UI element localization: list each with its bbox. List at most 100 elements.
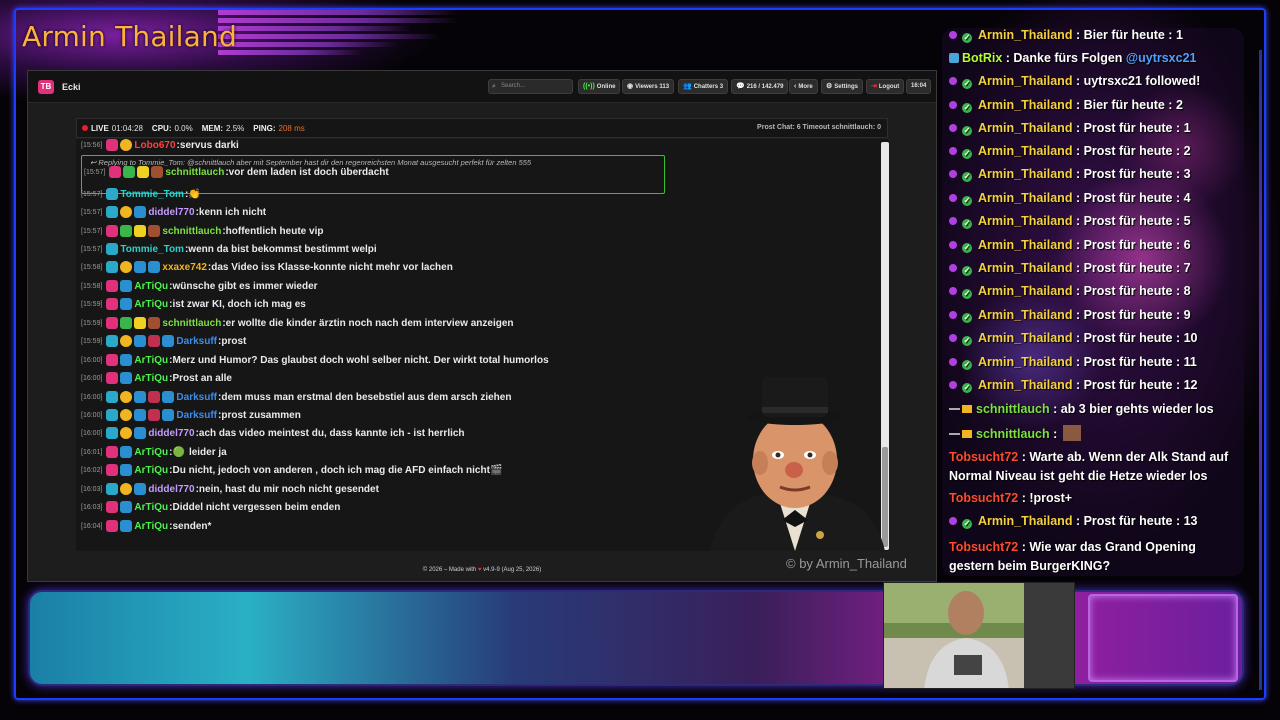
overlay-message-text: : Prost für heute : 10 — [1072, 331, 1198, 345]
message-username[interactable]: ArTiQu — [134, 447, 168, 458]
more-button[interactable]: ‹ More — [789, 79, 818, 94]
message-username[interactable]: ArTiQu — [134, 355, 168, 366]
cpu-label: CPU: — [151, 123, 172, 133]
message-username[interactable]: xxaxe742 — [162, 262, 207, 273]
viewers-button[interactable]: ◉ Viewers 113 — [622, 79, 675, 94]
color-dot-icon — [949, 358, 957, 366]
overlay-chat-line: ✓ Armin_Thailand : Prost für heute : 10 — [949, 331, 1198, 346]
message-username[interactable]: Lobo670 — [134, 140, 175, 151]
chat-message: [15:57] Tommie_Tom: 👏 — [81, 186, 205, 202]
mention-text: @uytrsxc21 — [1125, 51, 1197, 65]
user-badge-icon — [134, 225, 147, 237]
online-label: Online — [596, 84, 616, 90]
verified-check-icon: ✓ — [962, 360, 972, 370]
overlay-message-text: : Bier für heute : 1 — [1072, 28, 1183, 42]
message-text: ach das video meintest du, dass kannte i… — [198, 427, 465, 439]
chatters-button[interactable]: 👥 Chatters 3 — [678, 79, 729, 94]
streamer-title: Armin Thailand — [22, 20, 237, 53]
logout-button[interactable]: ⇥ Logout — [866, 79, 905, 94]
chat-message: [15:57] schnittlauch: vor dem laden ist d… — [84, 164, 389, 180]
user-badge-icon — [106, 501, 119, 513]
user-badge-icon — [120, 354, 133, 366]
message-username[interactable]: ArTiQu — [134, 521, 168, 532]
viewers-label: Viewers — [635, 84, 658, 90]
message-username[interactable]: Darksuff — [176, 410, 217, 421]
chat-message: [15:57] diddel770: kenn ich nicht — [81, 204, 266, 220]
message-username[interactable]: ArTiQu — [134, 502, 168, 513]
message-username[interactable]: diddel770 — [148, 207, 194, 218]
overlay-chat-line: ✓ Armin_Thailand : Prost für heute : 4 — [949, 191, 1191, 206]
message-username[interactable]: schnittlauch — [162, 318, 221, 329]
color-dot-icon — [949, 241, 957, 249]
ping-value: 208 ms — [278, 123, 305, 133]
emote-icon: 🟢 — [172, 446, 185, 458]
message-time: [15:57] — [84, 168, 106, 176]
messages-counter[interactable]: 💬 216 / 142.479 — [731, 79, 789, 94]
color-dot-icon — [949, 287, 957, 295]
message-time: [16:00] — [81, 393, 103, 401]
user-badge-icon — [120, 372, 133, 384]
message-username[interactable]: Darksuff — [176, 392, 217, 403]
user-badge-icon — [148, 409, 161, 421]
color-dot-icon — [949, 194, 957, 202]
app-name: Ecki — [62, 81, 81, 92]
equal-badge-icon — [949, 433, 960, 435]
search-icon: ⌕ — [492, 83, 496, 90]
message-username[interactable]: Tommie_Tom — [120, 244, 184, 255]
user-badge-icon — [120, 483, 133, 495]
user-badge-icon — [134, 391, 147, 403]
overlay-message-text: : Prost für heute : 4 — [1072, 191, 1191, 205]
user-badge-icon — [134, 409, 147, 421]
overlay-message-text: : Prost für heute : 11 — [1072, 355, 1197, 369]
verified-check-icon: ✓ — [962, 33, 972, 43]
overlay-chat-line: Tobsucht72 : !prost+ — [949, 491, 1072, 505]
chat-message: [16:00] ArTiQu: Prost an alle — [81, 370, 232, 386]
message-time: [15:57] — [81, 208, 103, 216]
settings-button[interactable]: ⚙ Settings — [821, 79, 863, 94]
overlay-username: Armin_Thailand — [978, 214, 1073, 228]
message-username[interactable]: ArTiQu — [134, 299, 168, 310]
message-username[interactable]: Darksuff — [176, 336, 217, 347]
online-button[interactable]: ((•)) Online — [578, 79, 621, 94]
color-dot-icon — [949, 217, 957, 225]
heart-icon: ♥ — [477, 567, 482, 573]
search-input[interactable]: ⌕ Search... — [488, 79, 573, 94]
verified-check-icon: ✓ — [962, 103, 972, 113]
verified-check-icon: ✓ — [962, 289, 972, 299]
overlay-message-text: : Prost für heute : 6 — [1072, 238, 1191, 252]
overlay-username: Tobsucht72 — [949, 540, 1019, 554]
cpu-value: 0.0% — [174, 123, 193, 133]
user-badge-icon — [134, 317, 147, 329]
logout-label: Logout — [878, 84, 900, 90]
user-badge-icon — [151, 166, 164, 178]
crown-badge-icon — [962, 430, 972, 438]
user-badge-icon — [106, 409, 119, 421]
user-badge-icon — [106, 446, 119, 458]
overlay-chat-panel: ✓ Armin_Thailand : Bier für heute : 1 BotR… — [942, 28, 1244, 576]
chat-message: [15:59] schnittlauch: er wollte die kinde… — [81, 315, 514, 331]
message-username[interactable]: ArTiQu — [134, 281, 168, 292]
message-username[interactable]: schnittlauch — [162, 226, 221, 237]
overlay-message-text: : Prost für heute : 2 — [1072, 144, 1191, 158]
overlay-username: Armin_Thailand — [978, 355, 1073, 369]
verified-check-icon: ✓ — [962, 126, 972, 136]
chat-message: [16:00] Darksuff: prost zusammen — [81, 407, 301, 423]
color-dot-icon — [949, 124, 957, 132]
users-icon: 👥 — [683, 83, 692, 90]
message-username[interactable]: diddel770 — [148, 484, 194, 495]
message-username[interactable]: diddel770 — [148, 428, 194, 439]
avatar-illustration — [710, 377, 885, 551]
emote-icon — [1062, 425, 1081, 441]
user-badge-icon — [106, 354, 119, 366]
live-label: LIVE — [91, 123, 109, 133]
message-username[interactable]: ArTiQu — [134, 465, 168, 476]
message-username[interactable]: ArTiQu — [134, 373, 168, 384]
message-username[interactable]: schnittlauch — [165, 167, 224, 178]
user-badge-icon — [106, 225, 119, 237]
message-time: [16:00] — [81, 411, 103, 419]
message-text: vor dem laden ist doch überdacht — [228, 166, 389, 178]
overlay-message-text: : !prost+ — [1018, 491, 1073, 505]
message-username[interactable]: Tommie_Tom — [120, 189, 184, 200]
user-badge-icon — [106, 261, 119, 273]
settings-label: Settings — [834, 84, 858, 90]
